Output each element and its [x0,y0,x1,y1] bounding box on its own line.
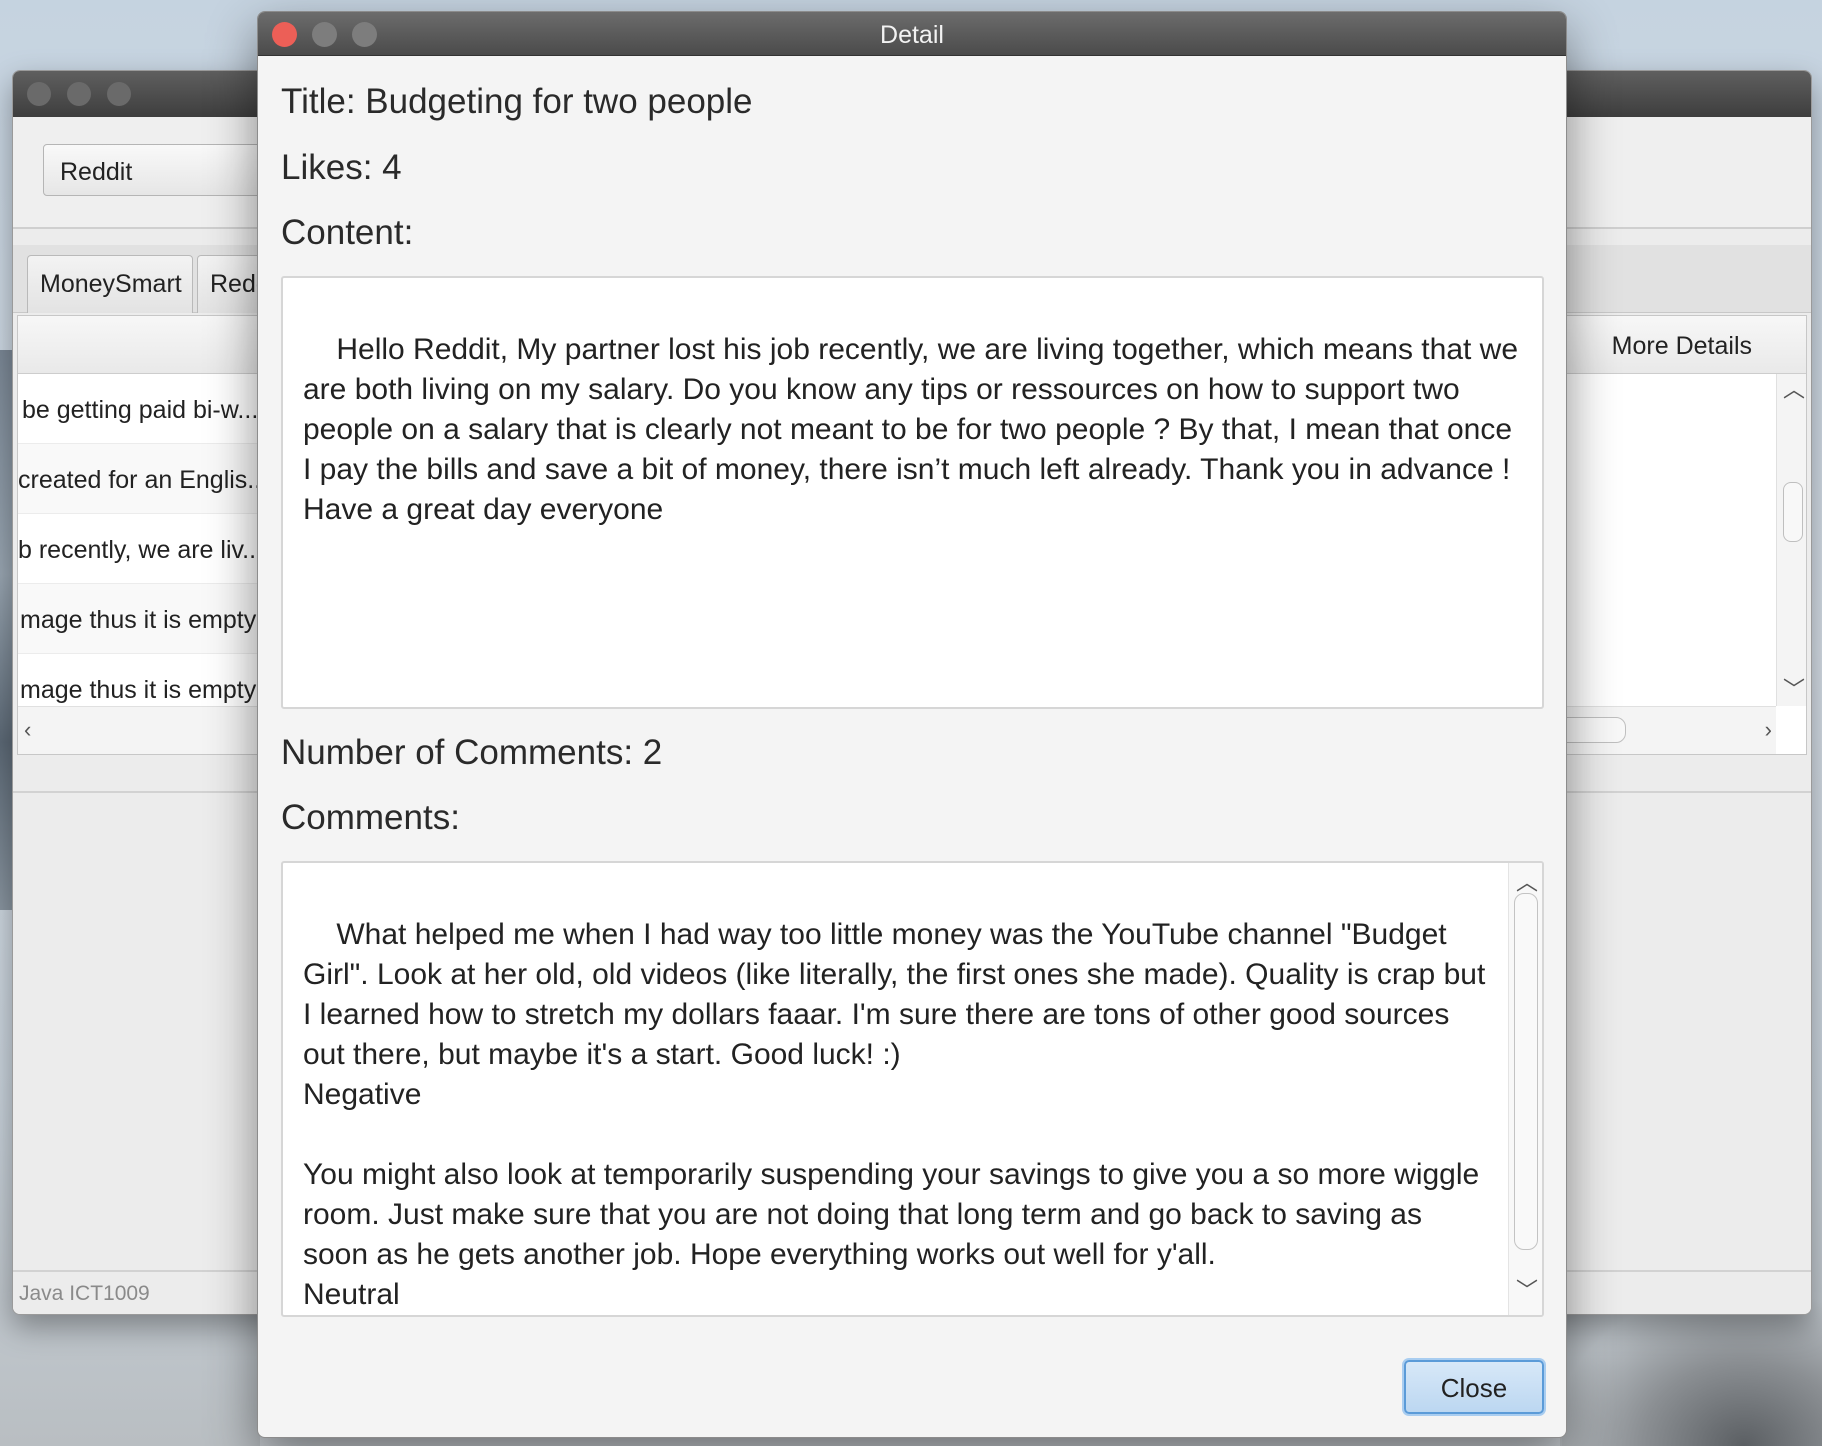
chevron-down-icon[interactable]: ﹀ [1516,1271,1538,1311]
comments-scrollbar[interactable]: ︿ ﹀ [1508,863,1542,1315]
chevron-right-icon[interactable]: › [1765,717,1772,743]
post-title: Title: Budgeting for two people [281,82,753,121]
chevron-left-icon[interactable]: ‹ [24,717,31,743]
close-button[interactable]: Close [1404,1360,1544,1414]
close-window-icon[interactable] [27,82,51,106]
comments-count: Number of Comments: 2 [281,733,663,772]
comments-text: What helped me when I had way too little… [303,918,1486,1311]
comments-label: Comments: [281,798,460,837]
zoom-window-icon[interactable] [107,82,131,106]
dialog-title: Detail [880,21,944,49]
detail-dialog: Detail Title: Budgeting for two people L… [257,11,1567,1438]
post-likes: Likes: 4 [281,148,402,187]
comments-textarea[interactable]: What helped me when I had way too little… [281,861,1544,1317]
minimize-window-icon[interactable] [67,82,91,106]
tab-moneysmart[interactable]: MoneySmart [27,255,193,313]
chevron-up-icon[interactable]: ︿ [1783,372,1805,404]
table-vertical-scrollbar[interactable]: ︿ ﹀ [1776,374,1806,706]
scrollbar-thumb[interactable] [1514,893,1538,1250]
chevron-down-icon[interactable]: ﹀ [1783,672,1805,704]
content-label: Content: [281,213,414,252]
table-row[interactable]: created for an Englis... [18,444,278,514]
content-text: Hello Reddit, My partner lost his job re… [303,333,1519,526]
dialog-titlebar: Detail [258,12,1566,56]
table-row[interactable]: b recently, we are liv... [18,514,278,584]
column-header-more-details[interactable]: More Details [1612,332,1752,361]
desktop-background-mountain [1562,1296,1822,1446]
scrollbar-thumb[interactable] [1783,482,1803,542]
table-row[interactable]: be getting paid bi-w... [18,374,278,444]
table-row[interactable]: mage thus it is empty [18,584,278,654]
content-textarea[interactable]: Hello Reddit, My partner lost his job re… [281,276,1544,709]
